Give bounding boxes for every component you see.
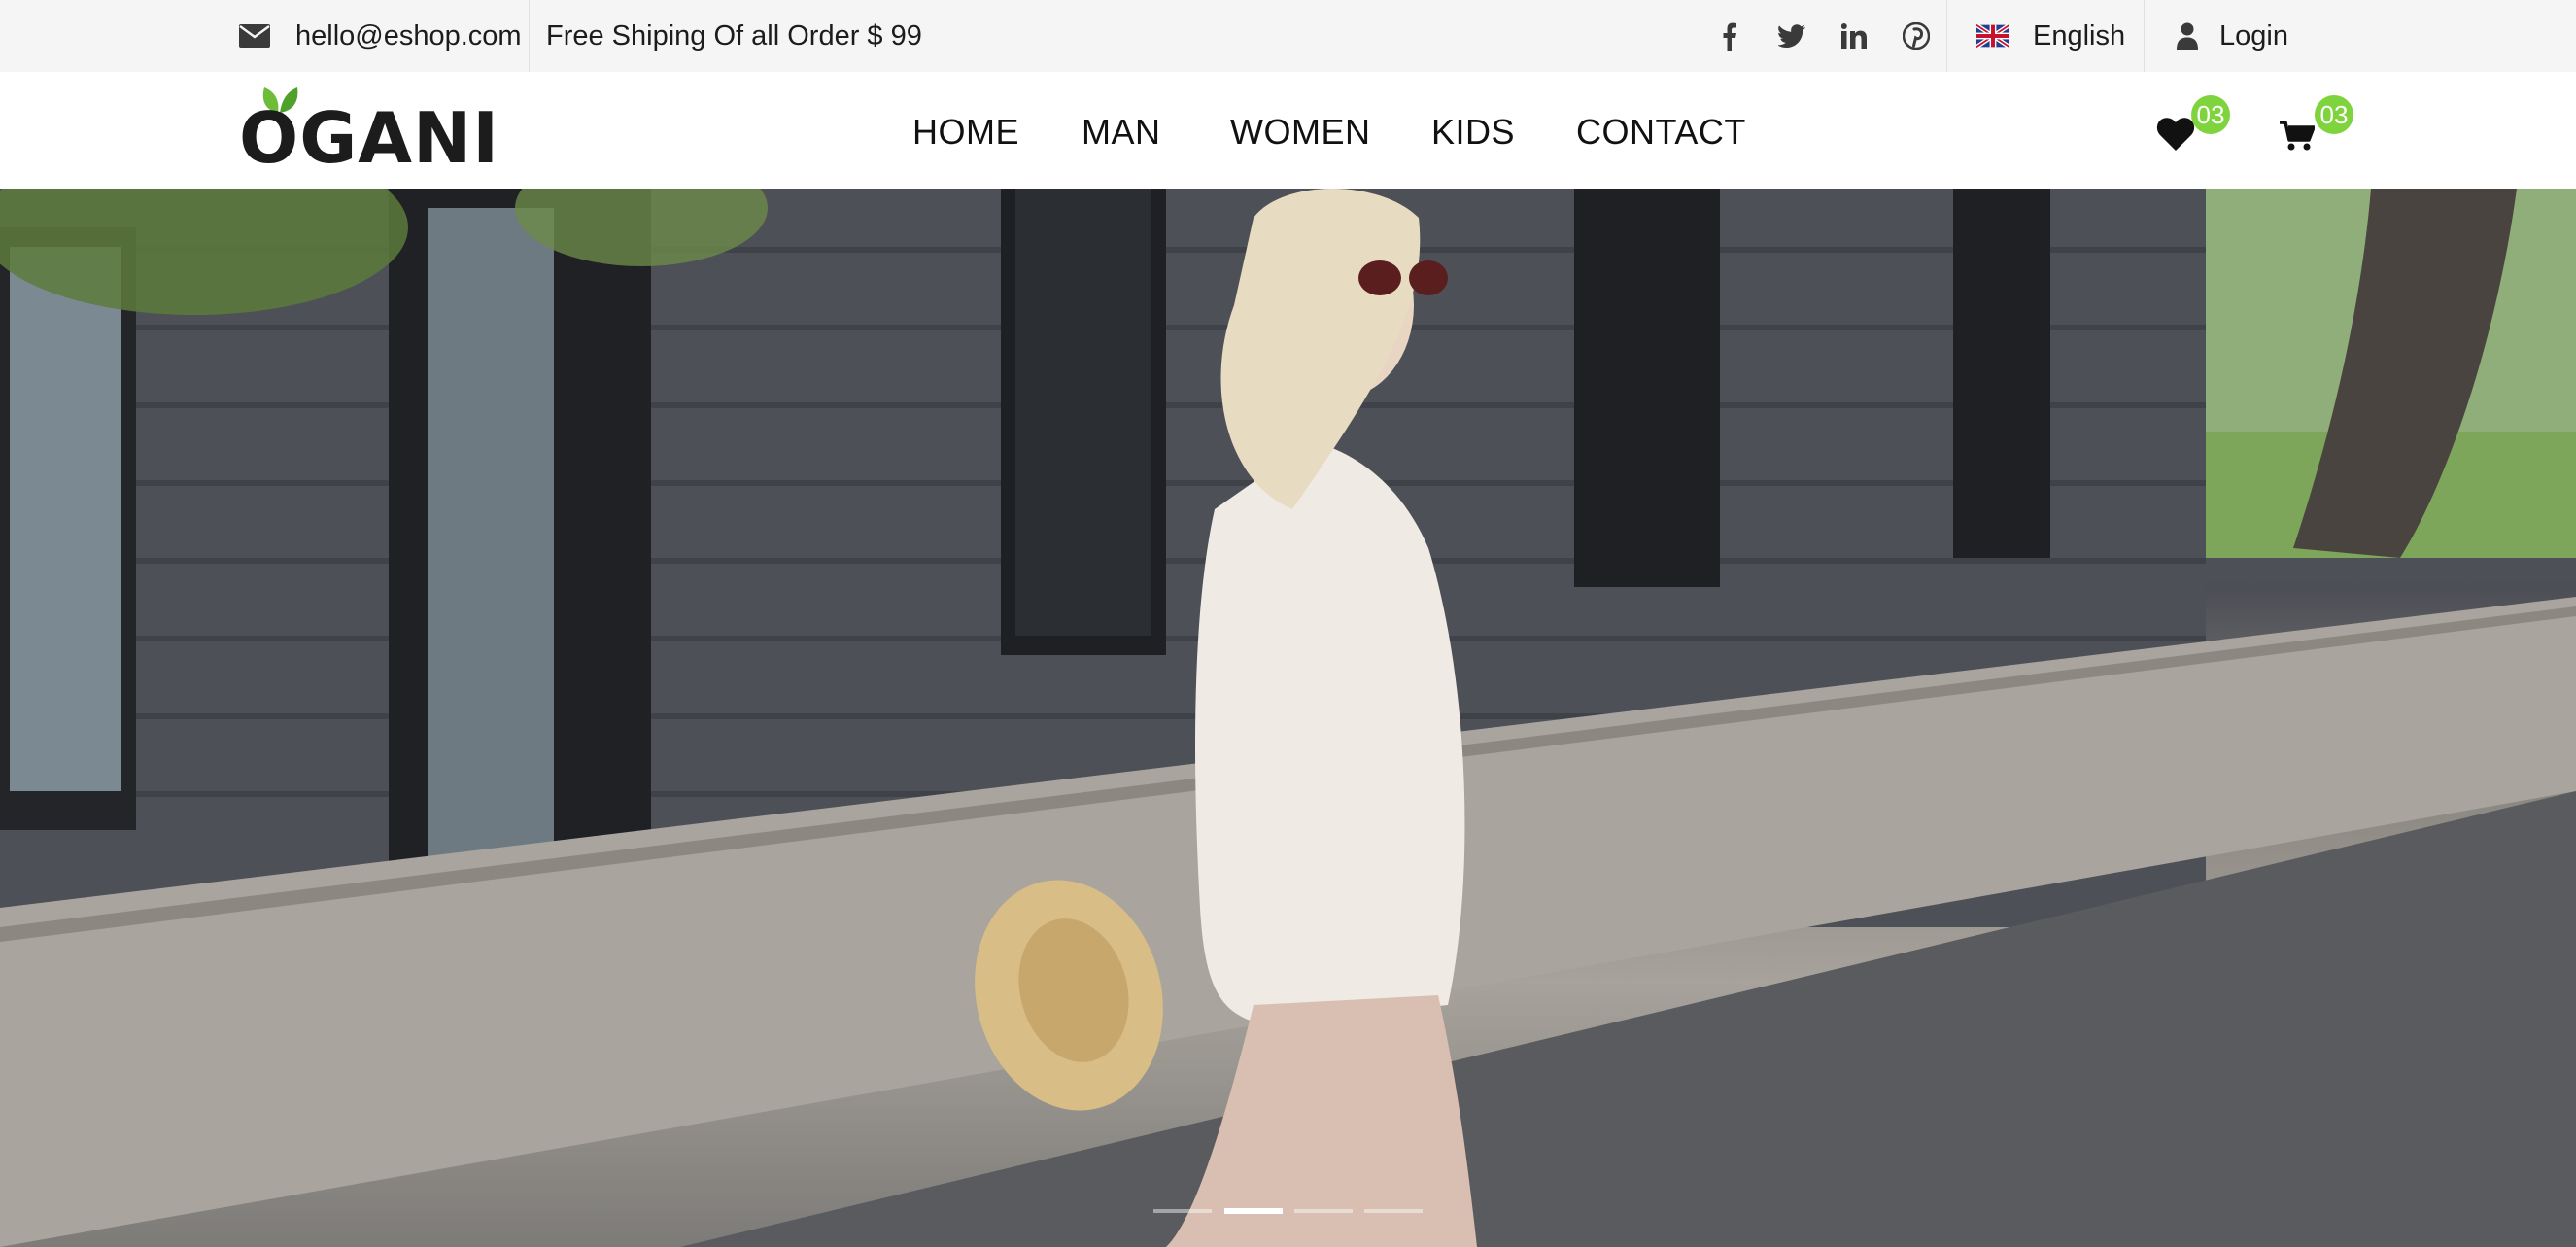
nav-man[interactable]: MAN <box>1082 115 1161 150</box>
cart-icon <box>2280 121 2316 156</box>
login-link[interactable]: Login <box>2177 0 2288 72</box>
slider-dot[interactable] <box>1153 1209 1212 1213</box>
slider-dot-active[interactable] <box>1224 1208 1283 1214</box>
logo[interactable]: OGANI <box>239 82 498 179</box>
cart-count-badge: 03 <box>2315 95 2353 134</box>
shipping-notice: Free Shiping Of all Order $ 99 <box>546 0 922 72</box>
twitter-icon[interactable] <box>1778 0 1805 72</box>
login-label: Login <box>2219 19 2288 52</box>
facebook-icon[interactable] <box>1722 0 1737 72</box>
nav-kids[interactable]: KIDS <box>1431 115 1515 150</box>
nav-women[interactable]: WOMEN <box>1230 115 1370 150</box>
wishlist-count-badge: 03 <box>2191 95 2230 134</box>
user-icon <box>2177 22 2198 50</box>
logo-text: OGANI <box>239 97 500 179</box>
email-contact[interactable]: hello@eshop.com <box>239 0 522 72</box>
divider <box>1946 0 1947 72</box>
divider <box>529 0 530 72</box>
wishlist-button[interactable]: 03 <box>2156 95 2230 156</box>
email-text: hello@eshop.com <box>295 19 522 52</box>
shipping-text: Free Shiping Of all Order $ 99 <box>546 19 922 52</box>
site-header: OGANI HOME MAN WOMEN KIDS CONTACT 03 03 <box>0 72 2576 189</box>
top-bar: hello@eshop.com Free Shiping Of all Orde… <box>0 0 2576 72</box>
pinterest-icon[interactable] <box>1903 0 1930 72</box>
slider-dot[interactable] <box>1364 1209 1423 1213</box>
uk-flag-icon <box>1976 24 2009 48</box>
heart-icon <box>2156 117 2195 156</box>
slider-dot[interactable] <box>1294 1209 1353 1213</box>
linkedin-icon[interactable] <box>1841 0 1867 72</box>
language-selector[interactable]: English <box>1976 0 2125 72</box>
hero-slider <box>0 189 2576 1247</box>
language-label: English <box>2033 19 2126 52</box>
hero-image <box>0 189 2576 1247</box>
nav-home[interactable]: HOME <box>912 115 1019 150</box>
nav-contact[interactable]: CONTACT <box>1576 115 1746 150</box>
cart-button[interactable]: 03 <box>2280 95 2353 156</box>
envelope-icon <box>239 24 270 48</box>
slider-dots <box>0 1208 2576 1219</box>
divider <box>2144 0 2145 72</box>
